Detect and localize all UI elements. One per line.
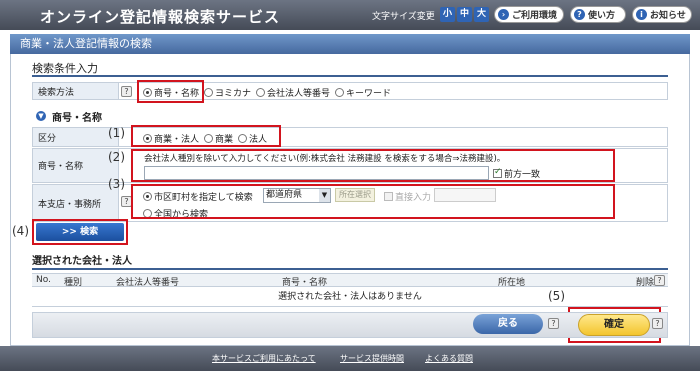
radio-icon xyxy=(335,88,345,97)
method-radio-keyword[interactable]: キーワード xyxy=(335,86,391,99)
help-icon[interactable]: ? xyxy=(121,86,132,97)
highlight-box-3 xyxy=(131,184,615,219)
notice-button[interactable]: i お知らせ xyxy=(632,6,692,23)
back-button[interactable]: 戻る xyxy=(473,314,543,334)
radio-icon xyxy=(256,88,266,97)
method-kana-label: ヨミカナ xyxy=(215,89,252,99)
kubun-label: 区分 xyxy=(33,128,119,146)
kubun-row: 区分 商業・法人 商業 法人 xyxy=(32,127,668,147)
search-method-row: 検索方法 ? 商号・名称 ヨミカナ 会社法人等番号 キーワード xyxy=(32,82,668,100)
font-size-large-button[interactable]: 大 xyxy=(474,7,489,22)
help-icon[interactable]: ? xyxy=(652,318,663,329)
font-size-small-button[interactable]: 小 xyxy=(440,7,455,22)
expand-icon[interactable]: ▼ xyxy=(36,111,46,121)
info-icon: i xyxy=(636,9,647,20)
marker-4: (4) xyxy=(12,224,29,238)
selected-corps-heading: 選択された会社・法人 xyxy=(32,256,132,267)
name-label: 商号・名称 xyxy=(33,149,119,182)
footer-bar: 本サービスご利用にあたって サービス提供時間 よくある質問 xyxy=(0,346,700,371)
marker-3: (3) xyxy=(108,177,125,191)
circle-arrow-icon: › xyxy=(498,9,509,20)
name-section-heading: 商号・名称 xyxy=(52,113,102,124)
footer-link-hours[interactable]: サービス提供時間 xyxy=(340,353,404,364)
howto-button[interactable]: ? 使い方 xyxy=(570,6,626,23)
search-button[interactable]: >> 検索 xyxy=(36,223,124,241)
search-conditions-heading: 検索条件入力 xyxy=(32,62,98,75)
question-icon: ? xyxy=(574,9,585,20)
font-size-label: 文字サイズ変更 xyxy=(372,12,435,22)
method-radio-number[interactable]: 会社法人等番号 xyxy=(256,86,330,99)
highlight-box-1 xyxy=(131,125,281,147)
notice-button-label: お知らせ xyxy=(650,11,686,21)
method-radio-kana[interactable]: ヨミカナ xyxy=(204,86,251,99)
action-bar xyxy=(32,312,668,338)
help-icon[interactable]: ? xyxy=(654,275,665,286)
footer-link-terms[interactable]: 本サービスご利用にあたって xyxy=(212,353,316,364)
font-size-medium-button[interactable]: 中 xyxy=(457,7,472,22)
method-number-label: 会社法人等番号 xyxy=(267,89,331,99)
section-rule xyxy=(32,75,668,77)
section-rule xyxy=(32,268,668,270)
highlight-box-2 xyxy=(131,149,615,182)
selected-corps-table-header: No. 種別 会社法人等番号 商号・名称 所在地 削除 ? xyxy=(32,273,668,288)
page-title: 商業・法人登記情報の検索 xyxy=(10,34,690,54)
marker-2: (2) xyxy=(108,150,125,164)
col-no: No. xyxy=(36,275,51,285)
highlight-box-method xyxy=(137,80,204,103)
header-bar: オンライン登記情報検索サービス 文字サイズ変更 小 中 大 › ご利用環境 ? … xyxy=(0,0,700,30)
office-label: 本支店・事務所 xyxy=(33,185,119,221)
env-button[interactable]: › ご利用環境 xyxy=(494,6,564,23)
confirm-button[interactable]: 確定 xyxy=(578,314,650,336)
radio-icon xyxy=(204,88,214,97)
search-method-label: 検索方法 xyxy=(33,83,119,99)
empty-message: 選択された会社・法人はありません xyxy=(32,287,668,307)
marker-1: (1) xyxy=(108,126,125,140)
method-keyword-label: キーワード xyxy=(346,89,392,99)
howto-button-label: 使い方 xyxy=(588,11,616,21)
help-icon[interactable]: ? xyxy=(548,318,559,329)
env-button-label: ご利用環境 xyxy=(512,11,558,21)
footer-link-faq[interactable]: よくある質問 xyxy=(425,353,473,364)
site-title: オンライン登記情報検索サービス xyxy=(40,8,281,26)
